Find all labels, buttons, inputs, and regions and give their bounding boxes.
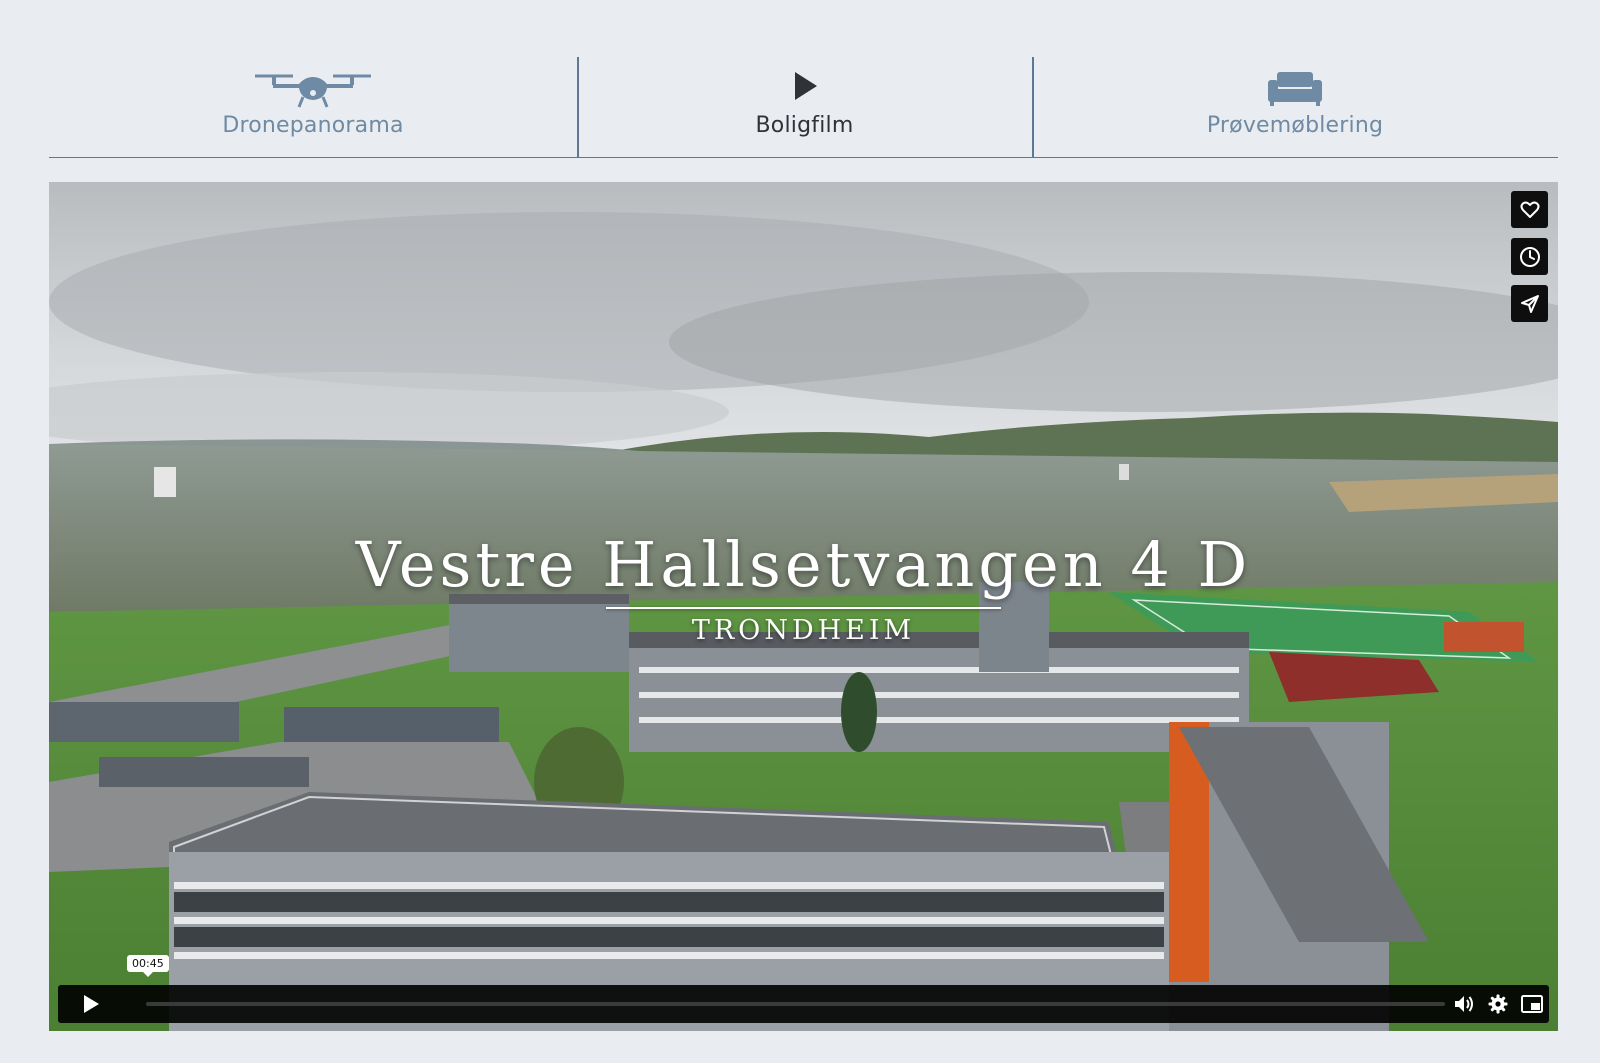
settings-button[interactable] bbox=[1487, 993, 1509, 1015]
side-actions bbox=[1511, 191, 1548, 322]
title-divider bbox=[606, 607, 1001, 609]
drone-icon bbox=[255, 74, 371, 108]
tab-dronepanorama[interactable]: Dronepanorama bbox=[49, 57, 577, 157]
media-tabs: Dronepanorama Boligfilm Prøvemøblering bbox=[49, 57, 1558, 158]
tab-boligfilm[interactable]: Boligfilm bbox=[577, 57, 1032, 157]
volume-button[interactable] bbox=[1453, 993, 1475, 1015]
tab-label: Prøvemøblering bbox=[1206, 113, 1384, 138]
share-button[interactable] bbox=[1511, 285, 1548, 322]
video-player[interactable]: Vestre Hallsetvangen 4 D TRONDHEIM 00:45 bbox=[49, 182, 1558, 1031]
control-icons bbox=[1453, 993, 1543, 1015]
tab-label: Dronepanorama bbox=[222, 113, 404, 138]
volume-icon bbox=[1455, 996, 1473, 1012]
play-icon bbox=[794, 72, 817, 100]
progress-bar[interactable] bbox=[146, 1002, 1445, 1006]
player-controls: 00:45 bbox=[58, 955, 1549, 1023]
clock-icon bbox=[1519, 246, 1540, 267]
like-button[interactable] bbox=[1511, 191, 1548, 228]
time-tooltip: 00:45 bbox=[127, 955, 169, 977]
tab-label: Boligfilm bbox=[755, 113, 854, 138]
video-subtitle: TRONDHEIM bbox=[691, 615, 916, 646]
send-icon bbox=[1520, 294, 1539, 313]
play-icon bbox=[84, 995, 99, 1013]
video-title: Vestre Hallsetvangen 4 D bbox=[355, 528, 1252, 601]
video-title-overlay: Vestre Hallsetvangen 4 D TRONDHEIM bbox=[49, 528, 1558, 646]
settings-icon bbox=[1488, 994, 1508, 1014]
tab-provemoblering[interactable]: Prøvemøblering bbox=[1032, 57, 1558, 157]
heart-icon bbox=[1520, 201, 1539, 218]
pip-icon bbox=[1521, 995, 1543, 1013]
watch-later-button[interactable] bbox=[1511, 238, 1548, 275]
play-button[interactable] bbox=[62, 989, 120, 1019]
pip-button[interactable] bbox=[1521, 993, 1543, 1015]
sofa-icon bbox=[1268, 72, 1322, 106]
